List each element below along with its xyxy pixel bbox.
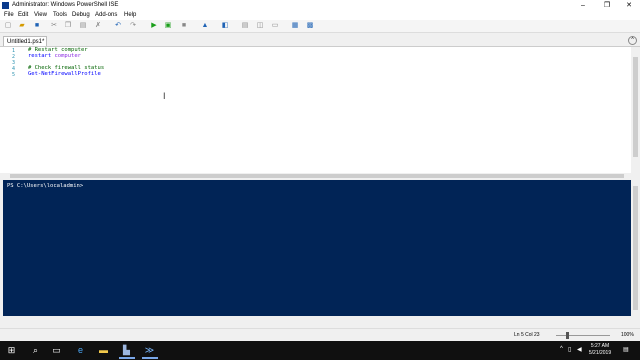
save-icon[interactable]: ■ [33, 22, 41, 30]
cursor-position: Ln 5 Col 23 [514, 332, 540, 338]
undo-icon[interactable]: ↶ [114, 22, 122, 30]
run-script-icon[interactable]: ▶ [150, 22, 158, 30]
clear-console-icon[interactable]: ✗ [94, 22, 102, 30]
redo-icon[interactable]: ↷ [129, 22, 137, 30]
zoom-slider-handle[interactable] [566, 332, 569, 339]
cut-icon[interactable]: ✂ [50, 22, 58, 30]
menu-debug[interactable]: Debug [72, 12, 90, 18]
line-number: 5 [12, 72, 16, 78]
editor-vertical-scrollbar[interactable] [631, 47, 640, 173]
title-bar: Administrator: Windows PowerShell ISE – … [0, 0, 640, 11]
close-button[interactable]: ✕ [618, 0, 640, 11]
volume-icon[interactable]: ◀ [577, 346, 582, 353]
tray-expand-icon[interactable]: ^ [560, 346, 563, 352]
menu-add-ons[interactable]: Add-ons [95, 12, 117, 18]
file-explorer-icon[interactable]: ▬ [98, 345, 109, 356]
menu-view[interactable]: View [34, 12, 47, 18]
zoom-slider[interactable] [556, 335, 610, 336]
show-commands-icon[interactable]: ▩ [306, 22, 314, 30]
windows-start-icon[interactable]: ⊞ [6, 345, 17, 356]
paste-icon[interactable]: ▤ [79, 22, 87, 30]
active-app-indicator [142, 357, 158, 359]
start-powershell-icon[interactable]: ◧ [221, 22, 229, 30]
menu-tools[interactable]: Tools [53, 12, 67, 18]
run-selection-icon[interactable]: ▣ [164, 22, 172, 30]
new-file-icon[interactable]: ▢ [4, 22, 12, 30]
stop-icon[interactable]: ■ [180, 22, 188, 30]
zoom-level: 100% [621, 332, 634, 338]
open-folder-icon[interactable]: ▰ [18, 22, 26, 30]
command-window-icon[interactable]: ▦ [291, 22, 299, 30]
scroll-thumb[interactable] [10, 174, 624, 178]
script-editor[interactable]: 1 2 3 4 5 # Restart computer restart com… [0, 47, 631, 173]
console-pane[interactable]: PS C:\Users\localadmin> [3, 180, 631, 316]
menu-file[interactable]: File [4, 12, 14, 18]
server-manager-icon[interactable]: ▙ [121, 345, 132, 356]
menu-help[interactable]: Help [124, 12, 136, 18]
show-script-pane-maximized-icon[interactable]: ▭ [271, 22, 279, 30]
powershell-ise-taskbar-icon[interactable]: ≫ [144, 345, 155, 356]
argument-token: computer [54, 53, 82, 59]
network-icon[interactable]: ▯ [568, 346, 571, 353]
edge-browser-icon[interactable]: e [75, 345, 86, 356]
taskbar: ⊞ ⌕ ▭ e ▬ ▙ ≫ ^ ▯ ◀ 5:27 AM 5/21/2019 ▤ [0, 341, 640, 360]
copy-icon[interactable]: ❐ [64, 22, 72, 30]
console-scrollbar[interactable] [631, 180, 640, 316]
console-prompt: PS C:\Users\localadmin> [7, 183, 84, 189]
show-script-pane-top-icon[interactable]: ▤ [241, 22, 249, 30]
active-app-indicator [119, 357, 135, 359]
command-token: restart [28, 53, 55, 59]
menu-edit[interactable]: Edit [18, 12, 28, 18]
notifications-icon[interactable]: ▤ [623, 346, 629, 353]
show-script-pane-right-icon[interactable]: ◫ [256, 22, 264, 30]
clock-date: 5/21/2019 [588, 350, 612, 356]
line-number-gutter: 1 2 3 4 5 [0, 47, 22, 173]
search-icon[interactable]: ⌕ [30, 345, 41, 356]
restore-button[interactable]: ❐ [596, 0, 618, 11]
code-line: Get-NetFirewallProfile [28, 71, 101, 77]
text-cursor-icon: I [163, 91, 166, 101]
tab-untitled1[interactable]: Untitled1.ps1* [3, 36, 47, 46]
clock-time: 5:27 AM [590, 343, 610, 349]
remote-powershell-icon[interactable]: ▲ [201, 22, 209, 30]
editor-horizontal-scrollbar[interactable] [0, 173, 640, 179]
task-view-icon[interactable]: ▭ [51, 345, 62, 356]
scroll-thumb[interactable] [633, 57, 638, 157]
code-line: restart computer [28, 53, 81, 59]
status-bar: Ln 5 Col 23 100% [0, 328, 640, 341]
minimize-button[interactable]: – [572, 0, 594, 11]
tab-bar: Untitled1.ps1* ^ [0, 33, 640, 47]
powershell-icon [2, 2, 9, 9]
scroll-thumb[interactable] [633, 186, 638, 310]
system-clock[interactable]: 5:27 AM 5/21/2019 [585, 343, 615, 357]
collapse-script-pane-icon[interactable]: ^ [628, 36, 637, 45]
window-title: Administrator: Windows PowerShell ISE [12, 2, 119, 8]
toolbar: ▢ ▰ ■ ✂ ❐ ▤ ✗ ↶ ↷ ▶ ▣ ■ ▲ ◧ ▤ ◫ ▭ ▦ ▩ [0, 20, 640, 33]
menu-bar: File Edit View Tools Debug Add-ons Help [0, 11, 640, 20]
